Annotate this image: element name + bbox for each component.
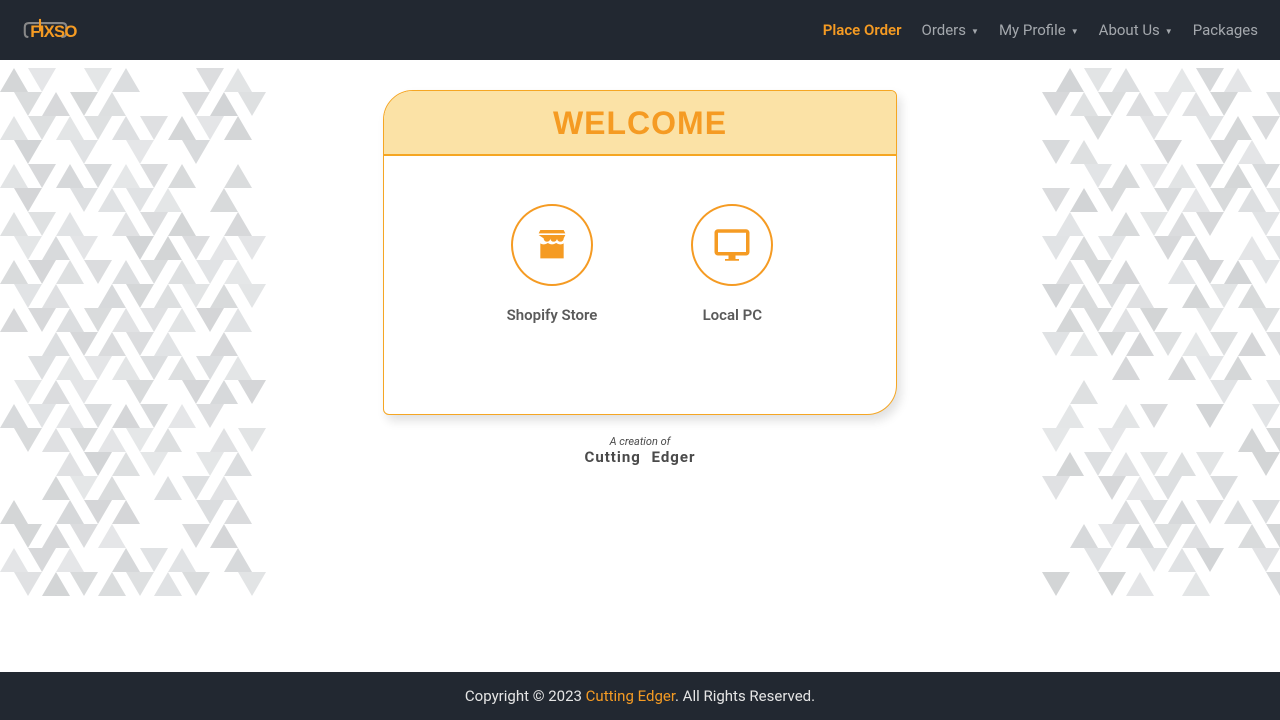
option-label: Shopify Store: [507, 306, 598, 324]
nav-orders[interactable]: Orders▼: [922, 21, 979, 39]
navbar: FIXSO Place Order Orders▼ My Profile▼ Ab…: [0, 0, 1280, 60]
chevron-down-icon: ▼: [971, 27, 979, 36]
footer: Copyright © 2023 Cutting Edger. All Righ…: [0, 672, 1280, 720]
logo[interactable]: FIXSO: [22, 13, 112, 47]
option-local-pc[interactable]: Local PC: [691, 204, 773, 324]
nav-about-us[interactable]: About Us▼: [1099, 21, 1173, 39]
nav-packages[interactable]: Packages: [1193, 21, 1258, 39]
option-label: Local PC: [703, 306, 763, 324]
card-title: WELCOME: [384, 105, 896, 142]
creation-top: A creation of: [585, 435, 696, 448]
creation-credit: A creation of Cutting Edger: [585, 435, 696, 466]
chevron-down-icon: ▼: [1165, 27, 1173, 36]
shop-icon: [511, 204, 593, 286]
card-header: WELCOME: [384, 91, 896, 156]
card-body: Shopify Store Local PC: [384, 156, 896, 414]
chevron-down-icon: ▼: [1071, 27, 1079, 36]
monitor-icon: [691, 204, 773, 286]
main-content: WELCOME Shopify Store Local PC: [0, 60, 1280, 672]
nav-my-profile[interactable]: My Profile▼: [999, 21, 1079, 39]
welcome-card: WELCOME Shopify Store Local PC: [383, 90, 897, 415]
svg-text:FIXSO: FIXSO: [30, 22, 77, 41]
option-shopify-store[interactable]: Shopify Store: [507, 204, 598, 324]
footer-brand-link[interactable]: Cutting Edger: [586, 687, 675, 705]
creation-bottom: Cutting Edger: [585, 448, 696, 466]
nav-place-order[interactable]: Place Order: [823, 21, 902, 39]
nav-items: Place Order Orders▼ My Profile▼ About Us…: [823, 21, 1258, 39]
footer-text: Copyright © 2023 Cutting Edger. All Righ…: [465, 687, 815, 705]
